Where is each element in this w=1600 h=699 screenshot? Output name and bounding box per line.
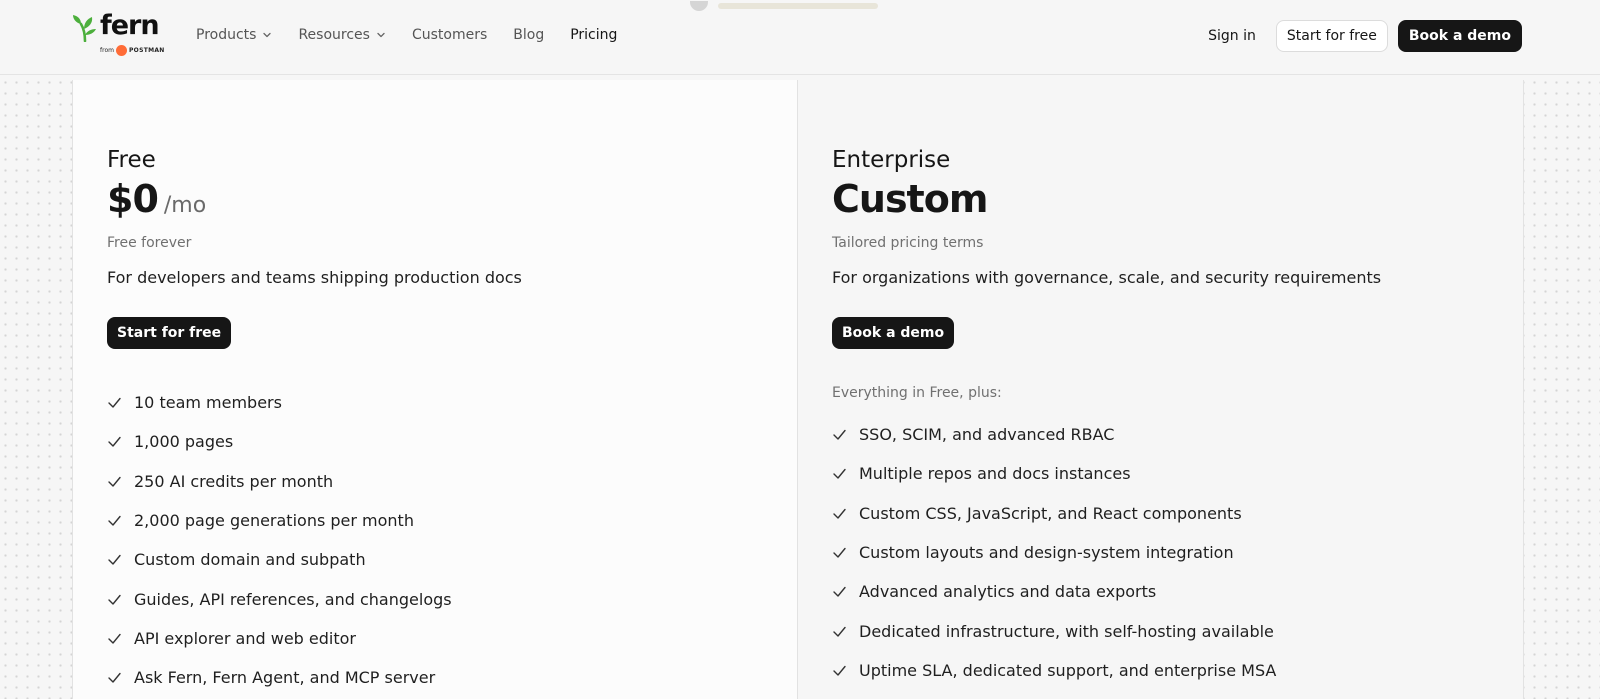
check-icon	[108, 397, 121, 408]
feature-item: 10 team members	[107, 383, 763, 422]
check-icon	[833, 429, 846, 440]
feature-label: Guides, API references, and changelogs	[134, 589, 452, 609]
check-icon	[833, 587, 846, 598]
pricing-cards: Free $0 /mo Free forever For developers …	[72, 80, 1524, 699]
feature-label: Dedicated infrastructure, with self-host…	[859, 621, 1274, 641]
feature-label: Ask Fern, Fern Agent, and MCP server	[134, 668, 436, 688]
logo-postman-text: POSTMAN	[128, 46, 165, 54]
check-icon	[108, 594, 121, 605]
nav-item-label: Pricing	[570, 27, 618, 43]
plan-name: Enterprise	[832, 147, 951, 173]
check-icon	[108, 555, 121, 566]
fern-leaf-icon	[73, 15, 96, 42]
logo-subtitle: from POSTMAN	[100, 44, 165, 56]
nav-item-pricing[interactable]: Pricing	[570, 27, 617, 43]
check-icon	[833, 508, 846, 519]
check-icon	[833, 665, 846, 676]
feature-item: Dedicated infrastructure, with self-host…	[832, 611, 1489, 650]
nav-item-customers[interactable]: Customers	[412, 27, 487, 43]
feature-label: API explorer and web editor	[134, 628, 356, 648]
feature-list-enterprise: SSO, SCIM, and advanced RBAC Multiple re…	[832, 415, 1489, 690]
postman-icon	[115, 44, 127, 56]
check-icon	[108, 633, 121, 644]
plan-price: Custom	[832, 177, 988, 221]
price-note: Tailored pricing terms	[832, 235, 984, 251]
feature-label: Multiple repos and docs instances	[859, 464, 1131, 484]
includes-label: Everything in Free, plus:	[832, 385, 1002, 401]
feature-label: 10 team members	[134, 393, 282, 413]
nav-item-blog[interactable]: Blog	[513, 27, 544, 43]
feature-item: Multiple repos and docs instances	[832, 454, 1489, 493]
price-note: Free forever	[107, 235, 192, 251]
main-nav: Products Resources Customers Blog Pricin…	[196, 27, 617, 43]
book-a-demo-cta[interactable]: Book a demo	[832, 317, 955, 349]
nav-item-label: Resources	[298, 27, 370, 43]
price-row: $0 /mo	[107, 177, 763, 229]
nav-item-resources[interactable]: Resources	[298, 27, 386, 43]
price-row: Custom	[832, 177, 1489, 229]
feature-item: Uptime SLA, dedicated support, and enter…	[832, 651, 1489, 690]
feature-label: Custom CSS, JavaScript, and React compon…	[859, 503, 1242, 523]
feature-item: Advanced analytics and data exports	[832, 572, 1489, 611]
feature-item: Custom layouts and design-system integra…	[832, 533, 1489, 572]
check-icon	[108, 515, 121, 526]
start-for-free-button[interactable]: Start for free	[1275, 20, 1388, 52]
plan-description: For developers and teams shipping produc…	[107, 268, 522, 287]
logo-wordmark: fern	[100, 10, 160, 41]
nav-item-label: Customers	[411, 27, 488, 43]
site-header: fern from POSTMAN Products Resources Cus…	[0, 0, 1600, 75]
logo-from-text: from	[100, 46, 114, 54]
plan-card-free: Free $0 /mo Free forever For developers …	[72, 80, 798, 699]
feature-label: 1,000 pages	[134, 432, 234, 452]
sign-in-link[interactable]: Sign in	[1198, 20, 1266, 52]
header-actions: Sign in Start for free Book a demo	[1198, 20, 1522, 52]
chevron-down-icon	[263, 32, 272, 38]
feature-item: Guides, API references, and changelogs	[107, 579, 763, 618]
plan-name: Free	[107, 147, 156, 173]
nav-item-label: Blog	[513, 27, 545, 43]
chevron-down-icon	[377, 32, 385, 38]
feature-item: API explorer and web editor	[107, 619, 763, 658]
feature-item: Custom domain and subpath	[107, 540, 763, 579]
feature-item: SSO, SCIM, and advanced RBAC	[832, 415, 1489, 454]
feature-item: Ask Fern, Fern Agent, and MCP server	[107, 658, 763, 697]
cropped-banner	[690, 0, 900, 12]
nav-item-products[interactable]: Products	[196, 27, 272, 43]
feature-label: Custom domain and subpath	[134, 550, 366, 570]
fern-logo[interactable]: fern from POSTMAN	[72, 10, 172, 58]
feature-label: Uptime SLA, dedicated support, and enter…	[859, 660, 1277, 680]
feature-label: SSO, SCIM, and advanced RBAC	[859, 425, 1115, 445]
check-icon	[108, 476, 121, 487]
check-icon	[833, 469, 846, 480]
feature-label: Advanced analytics and data exports	[859, 582, 1157, 602]
book-a-demo-button[interactable]: Book a demo	[1397, 20, 1522, 52]
check-icon	[833, 547, 846, 558]
cropped-banner-icon	[690, 1, 708, 11]
feature-item: 250 AI credits per month	[107, 462, 763, 501]
nav-item-label: Products	[196, 27, 257, 43]
feature-list-free: 10 team members 1,000 pages 250 AI credi…	[107, 383, 763, 697]
feature-label: 250 AI credits per month	[134, 471, 334, 491]
feature-item: 1,000 pages	[107, 422, 763, 461]
feature-item: 2,000 page generations per month	[107, 501, 763, 540]
feature-item: Custom CSS, JavaScript, and React compon…	[832, 494, 1489, 533]
feature-label: Custom layouts and design-system integra…	[859, 543, 1234, 563]
plan-description: For organizations with governance, scale…	[832, 268, 1382, 287]
check-icon	[833, 626, 846, 637]
check-icon	[108, 437, 121, 448]
plan-price: $0	[107, 177, 159, 221]
plan-card-enterprise: Enterprise Custom Tailored pricing terms…	[798, 80, 1524, 699]
plan-period: /mo	[163, 193, 207, 218]
feature-label: 2,000 page generations per month	[134, 511, 414, 531]
start-for-free-cta[interactable]: Start for free	[107, 317, 232, 349]
cropped-banner-bar	[718, 3, 878, 9]
check-icon	[108, 673, 121, 683]
